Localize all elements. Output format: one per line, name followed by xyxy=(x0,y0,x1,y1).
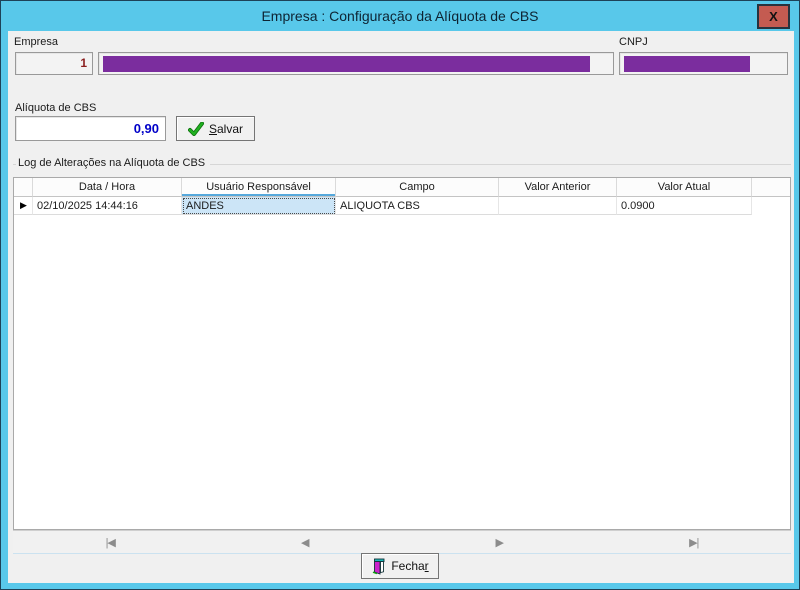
empresa-code-field[interactable]: 1 xyxy=(15,52,93,75)
dialog-window: Empresa : Configuração da Alíquota de CB… xyxy=(0,0,800,590)
nav-first-button[interactable]: |◀ xyxy=(13,531,208,553)
empresa-name-redacted xyxy=(103,56,590,72)
nav-next-button[interactable]: ▶ xyxy=(402,531,597,553)
grid-header-datetime[interactable]: Data / Hora xyxy=(33,178,182,197)
salvar-label: Salvar xyxy=(209,122,243,136)
nav-prior-button[interactable]: ◀ xyxy=(208,531,403,553)
cell-filler xyxy=(752,197,790,215)
grid-header-user[interactable]: Usuário Responsável xyxy=(182,178,336,197)
empresa-label: Empresa xyxy=(14,36,58,48)
next-record-icon: ▶ xyxy=(496,536,503,549)
last-record-icon: ▶| xyxy=(689,536,698,549)
log-grid[interactable]: Data / Hora Usuário Responsável Campo Va… xyxy=(13,177,791,530)
exit-door-icon xyxy=(371,558,386,575)
salvar-button[interactable]: Salvar xyxy=(176,116,255,141)
cnpj-label: CNPJ xyxy=(619,36,648,48)
aliquota-input[interactable]: 0,90 xyxy=(15,116,166,141)
fechar-label: Fechar xyxy=(391,559,428,573)
titlebar[interactable]: Empresa : Configuração da Alíquota de CB… xyxy=(1,1,799,31)
aliquota-label: Alíquota de CBS xyxy=(15,102,96,114)
nav-last-button[interactable]: ▶| xyxy=(597,531,792,553)
grid-header-prev-value[interactable]: Valor Anterior xyxy=(499,178,617,197)
fechar-button[interactable]: Fechar xyxy=(361,553,439,579)
cell-user-selected[interactable]: ANDES xyxy=(182,197,336,215)
window-title: Empresa : Configuração da Alíquota de CB… xyxy=(261,8,538,24)
cnpj-redacted xyxy=(624,56,750,72)
empresa-name-field[interactable] xyxy=(98,52,614,75)
grid-header-filler xyxy=(752,178,790,197)
log-group-caption: Log de Alterações na Alíquota de CBS xyxy=(16,157,210,169)
cell-field[interactable]: ALIQUOTA CBS xyxy=(336,197,499,215)
cell-current-value[interactable]: 0.0900 xyxy=(617,197,752,215)
close-button[interactable]: X xyxy=(757,4,790,29)
first-record-icon: |◀ xyxy=(106,536,115,549)
cell-datetime[interactable]: 02/10/2025 14:44:16 xyxy=(33,197,182,215)
table-row[interactable]: ▶ 02/10/2025 14:44:16 ANDES ALIQUOTA CBS… xyxy=(14,197,790,215)
prior-record-icon: ◀ xyxy=(301,536,308,549)
form-area: Empresa 1 CNPJ Alíquota de CBS 0,90 Salv… xyxy=(8,31,794,583)
grid-header-indicator xyxy=(14,178,33,197)
grid-header-field[interactable]: Campo xyxy=(336,178,499,197)
check-icon xyxy=(188,122,204,136)
row-indicator-cell: ▶ xyxy=(14,197,33,215)
grid-header-row: Data / Hora Usuário Responsável Campo Va… xyxy=(14,178,790,197)
cnpj-field[interactable] xyxy=(619,52,788,75)
close-icon: X xyxy=(769,9,778,24)
cell-prev-value[interactable] xyxy=(499,197,617,215)
db-navigator: |◀ ◀ ▶ ▶| xyxy=(13,530,791,554)
current-row-marker-icon: ▶ xyxy=(18,200,27,211)
grid-header-current-value[interactable]: Valor Atual xyxy=(617,178,752,197)
